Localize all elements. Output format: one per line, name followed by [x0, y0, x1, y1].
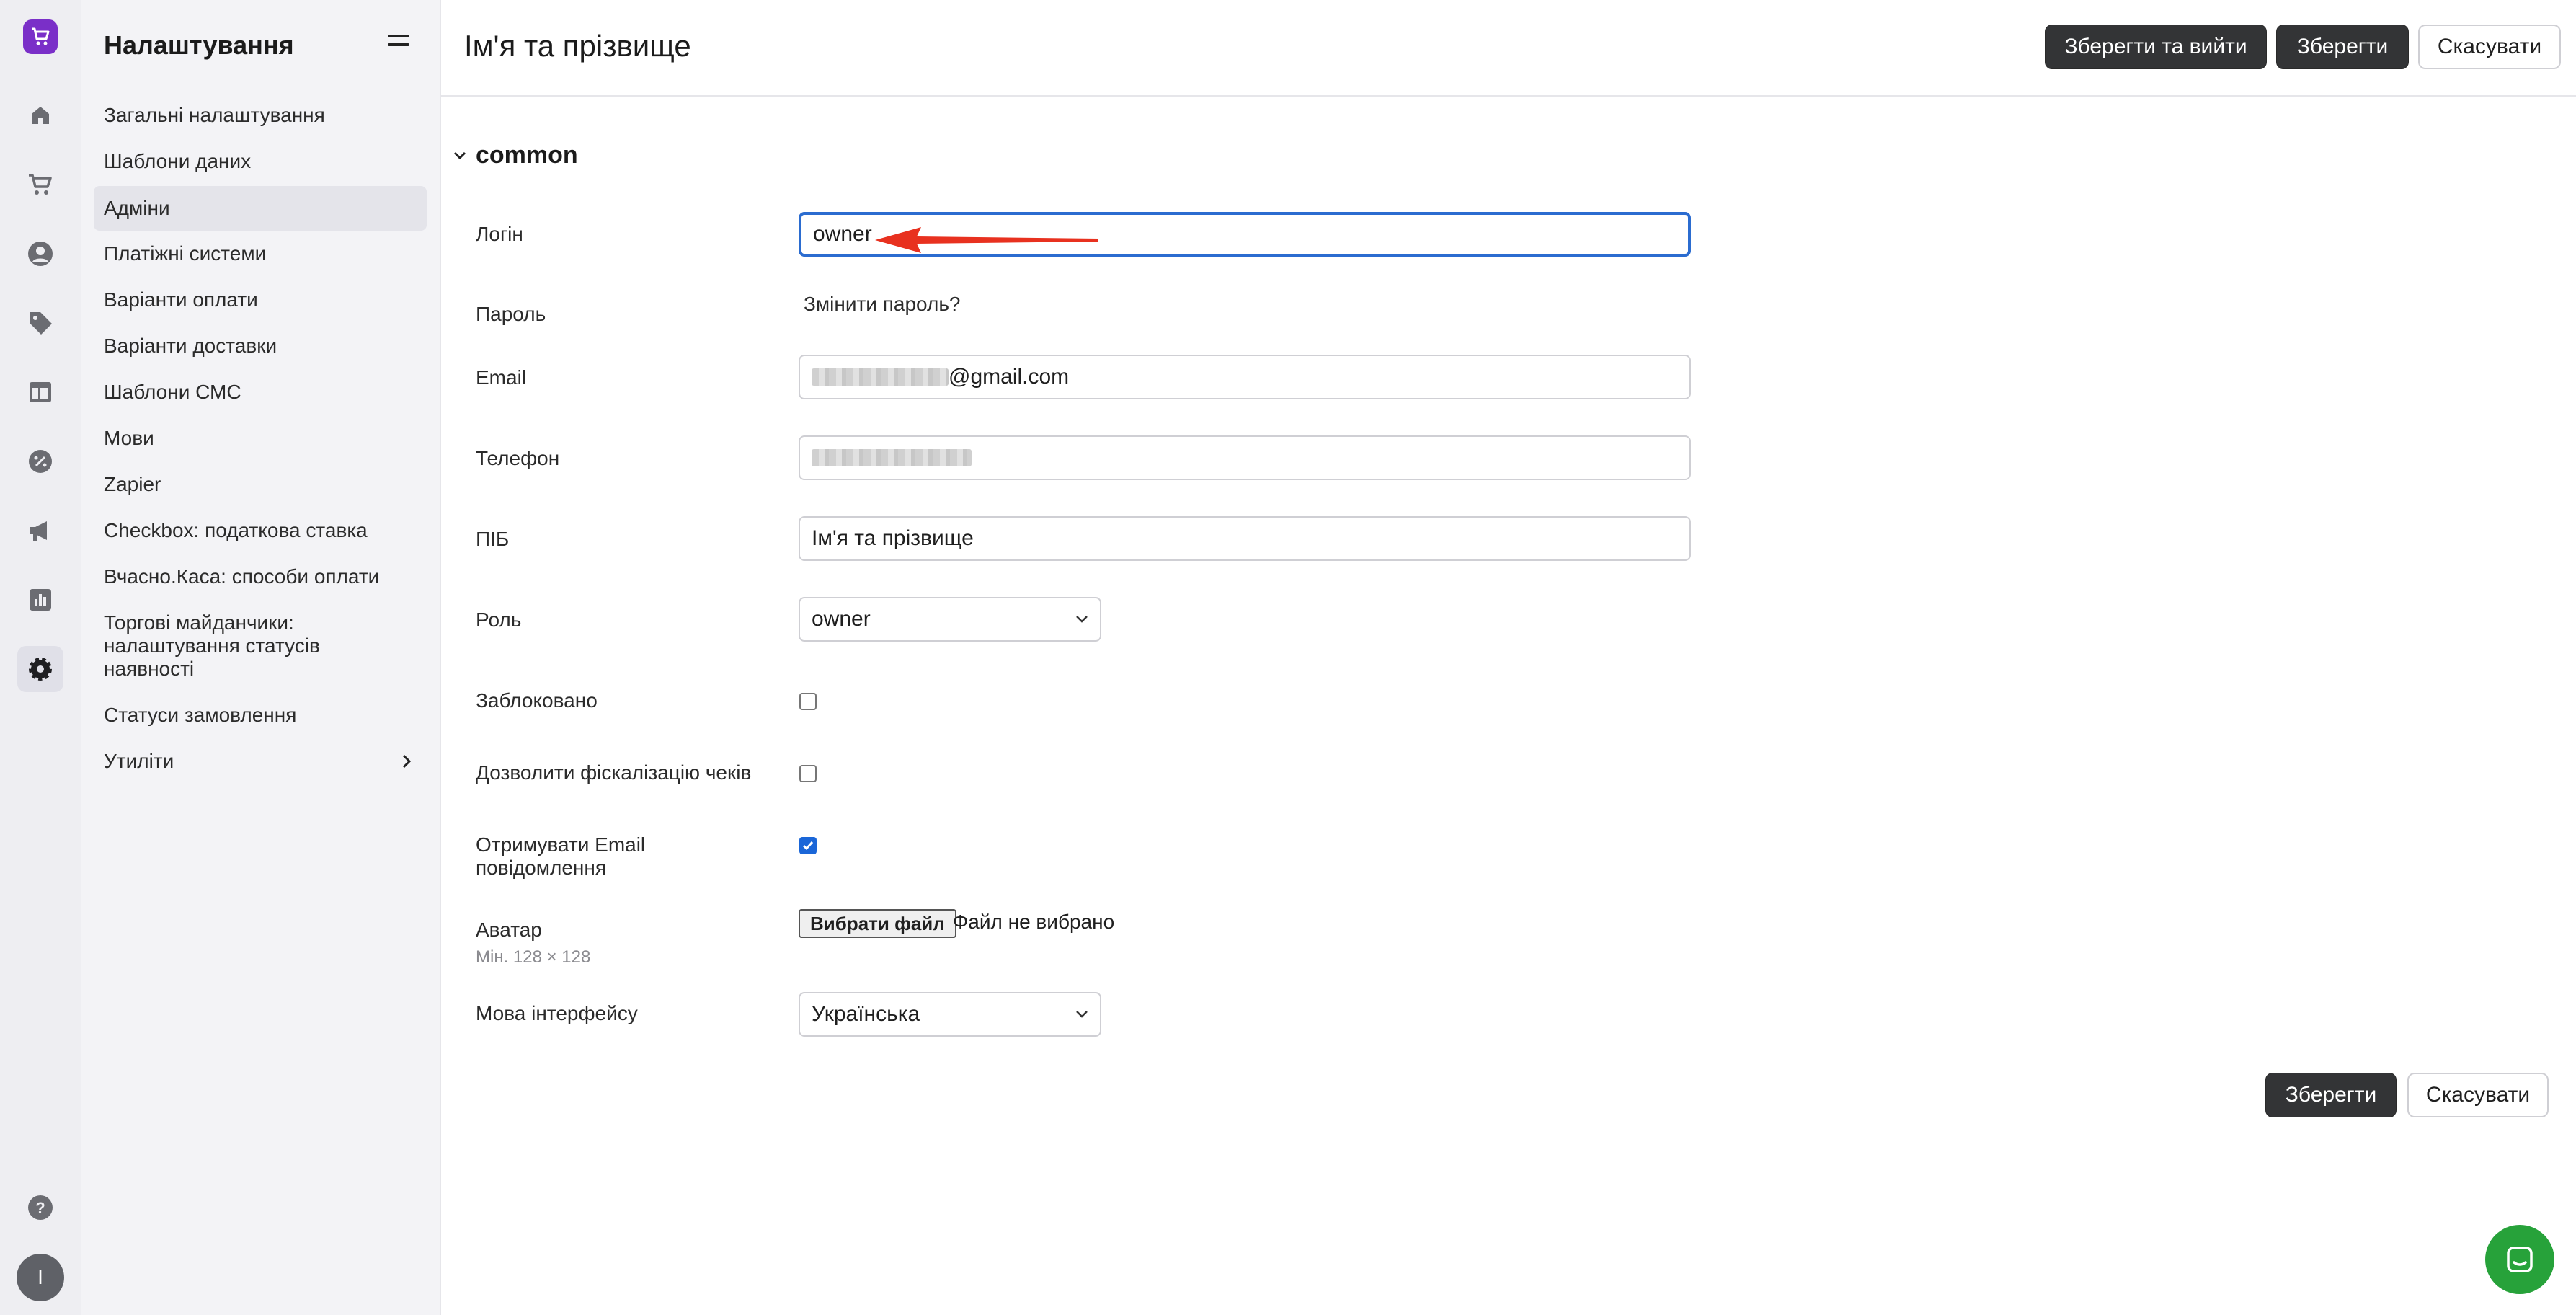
- help-icon[interactable]: ?: [17, 1185, 63, 1231]
- email-notify-checkbox[interactable]: [799, 837, 817, 854]
- cart-logo-icon[interactable]: [23, 19, 58, 54]
- role-select[interactable]: owner: [799, 597, 1101, 642]
- fullname-label: ПІБ: [476, 528, 510, 550]
- redacted-text: [812, 368, 949, 386]
- shopping-cart-icon[interactable]: [17, 161, 63, 208]
- home-icon[interactable]: [17, 92, 63, 138]
- language-value: Українська: [812, 1002, 920, 1026]
- sidebar-item-payment-options[interactable]: Варіанти оплати: [94, 288, 427, 311]
- role-label: Роль: [476, 608, 522, 631]
- fiscal-checkbox[interactable]: [799, 765, 817, 782]
- sidebar-item-order-statuses[interactable]: Статуси замовлення: [94, 704, 427, 727]
- svg-text:?: ?: [35, 1199, 45, 1217]
- language-label: Мова інтерфейсу: [476, 1002, 638, 1024]
- settings-sidebar: Налаштування Загальні налаштування Шабло…: [81, 0, 441, 1315]
- email-input[interactable]: @gmail.com: [799, 355, 1691, 399]
- chat-button[interactable]: [2485, 1225, 2554, 1294]
- phone-label: Телефон: [476, 447, 560, 469]
- footer-cancel-button[interactable]: Скасувати: [2407, 1073, 2549, 1117]
- avatar-hint: Мін. 128 × 128: [476, 947, 591, 967]
- phone-input[interactable]: [799, 435, 1691, 480]
- login-label: Логін: [476, 223, 523, 245]
- footer-save-button[interactable]: Зберегти: [2265, 1073, 2397, 1117]
- chat-icon: [2507, 1247, 2533, 1272]
- chevron-down-icon[interactable]: [453, 150, 467, 161]
- collapse-menu-icon[interactable]: [388, 35, 409, 53]
- avatar[interactable]: I: [17, 1254, 64, 1301]
- sidebar-item-zapier[interactable]: Zapier: [94, 473, 427, 496]
- email-label: Email: [476, 366, 527, 389]
- megaphone-icon[interactable]: [17, 508, 63, 554]
- avatar-label: Аватар: [476, 918, 542, 941]
- choose-file-button[interactable]: Вибрати файл: [799, 909, 956, 938]
- password-label: Пароль: [476, 303, 546, 325]
- sidebar-item-general[interactable]: Загальні налаштування: [94, 104, 427, 127]
- change-password-link[interactable]: Змінити пароль?: [804, 293, 961, 316]
- annotation-arrow-icon: [875, 227, 1098, 253]
- fullname-value: Ім'я та прізвище: [812, 526, 974, 550]
- email-notify-label: Отримувати Email повідомлення: [476, 833, 646, 879]
- app: ? I Налаштування Загальні налаштування Ш…: [0, 0, 2576, 1315]
- save-button[interactable]: Зберегти: [2276, 25, 2409, 69]
- blocked-checkbox[interactable]: [799, 693, 817, 710]
- sidebar-item-utilities[interactable]: Утиліти: [94, 750, 427, 773]
- cancel-button[interactable]: Скасувати: [2418, 25, 2561, 69]
- sidebar-item-payment-systems[interactable]: Платіжні системи: [94, 242, 427, 265]
- fullname-input[interactable]: Ім'я та прізвище: [799, 516, 1691, 561]
- chevron-right-icon: [402, 754, 412, 769]
- sidebar-item-languages[interactable]: Мови: [94, 427, 427, 450]
- file-status: Файл не вибрано: [953, 911, 1115, 933]
- email-domain: @gmail.com: [949, 365, 1070, 389]
- blocked-label: Заблоковано: [476, 689, 598, 712]
- save-and-exit-button[interactable]: Зберегти та вийти: [2045, 25, 2267, 69]
- discount-icon[interactable]: [17, 438, 63, 484]
- login-value: owner: [813, 222, 872, 246]
- sidebar-item-checkbox-tax[interactable]: Checkbox: податкова ставка: [94, 519, 427, 542]
- sidebar-item-sms-templates[interactable]: Шаблони СМС: [94, 381, 427, 404]
- checkmark-icon: [802, 841, 814, 851]
- layout-icon[interactable]: [17, 369, 63, 415]
- icon-rail: ? I: [0, 0, 81, 1315]
- tag-icon[interactable]: [17, 300, 63, 346]
- bar-chart-icon[interactable]: [17, 577, 63, 623]
- sidebar-title: Налаштування: [104, 30, 294, 60]
- avatar-initial: I: [37, 1266, 43, 1288]
- role-value: owner: [812, 607, 871, 631]
- language-select[interactable]: Українська: [799, 992, 1101, 1037]
- sidebar-item-utilities-label: Утиліти: [104, 750, 174, 772]
- chevron-down-icon: [1076, 616, 1088, 623]
- sidebar-item-vchasno-payment[interactable]: Вчасно.Каса: способи оплати: [94, 565, 427, 588]
- user-circle-icon[interactable]: [17, 231, 63, 277]
- fiscal-label: Дозволити фіскалізацію чеків: [476, 761, 752, 784]
- sidebar-item-data-templates[interactable]: Шаблони даних: [94, 150, 427, 173]
- page-title: Ім'я та прізвище: [464, 29, 691, 63]
- redacted-phone: [812, 449, 972, 466]
- sidebar-item-admins[interactable]: Адміни: [94, 186, 427, 231]
- chevron-down-icon: [1076, 1011, 1088, 1018]
- sidebar-item-delivery-options[interactable]: Варіанти доставки: [94, 335, 427, 358]
- sidebar-item-marketplaces[interactable]: Торгові майданчики: налаштування статусі…: [94, 611, 339, 681]
- settings-gear-icon[interactable]: [17, 646, 63, 692]
- section-title[interactable]: common: [476, 141, 578, 169]
